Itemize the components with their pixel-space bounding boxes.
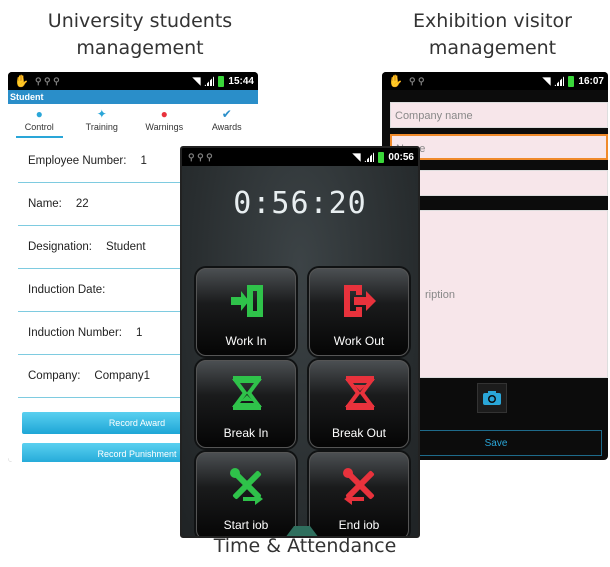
status-time: 00:56 [388, 151, 414, 163]
save-button[interactable]: Save [390, 430, 602, 456]
field-value[interactable]: Company1 [94, 370, 150, 382]
wifi-icon: ◥ [542, 75, 551, 87]
button-label: Break Out [331, 426, 387, 440]
tab-control[interactable]: ● Control [8, 104, 71, 140]
tab-warnings[interactable]: ● Warnings [133, 104, 196, 140]
signal-icon [204, 76, 215, 86]
status-bar: ⚲ ⚲ ⚲ ◥ 00:56 [182, 148, 418, 166]
company-name-input[interactable]: Company name [390, 102, 608, 128]
break-out-button[interactable]: Break Out [309, 360, 409, 448]
signal-icon [554, 76, 565, 86]
field-value[interactable]: 1 [136, 327, 142, 339]
button-label: Work In [225, 334, 267, 348]
field-label: Designation: [28, 241, 92, 253]
tools-icon [343, 468, 375, 505]
work-in-button[interactable]: Work In [196, 268, 296, 356]
camera-button[interactable] [477, 383, 507, 413]
usb-icon: ⚲ ⚲ ⚲ [188, 151, 213, 162]
usb-icon: ⚲ ⚲ [408, 75, 425, 86]
tab-label: Warnings [145, 122, 184, 132]
button-label: End iob [338, 518, 380, 532]
exit-icon [344, 285, 376, 317]
warning-icon: ● [160, 107, 168, 121]
enter-icon [231, 285, 263, 317]
tab-label: Awards [211, 122, 242, 132]
status-time: 16:07 [578, 75, 604, 87]
button-label: Work Out [333, 334, 385, 348]
app-icon: ✋ [388, 74, 403, 88]
usb-icon: ⚲ ⚲ ⚲ [34, 75, 60, 86]
tab-label: Control [24, 122, 54, 132]
tab-training[interactable]: ✦ Training [71, 104, 134, 140]
wifi-icon: ◥ [192, 75, 201, 87]
signal-icon [364, 152, 375, 162]
app-icon: ✋ [14, 74, 29, 88]
person-icon: ● [35, 107, 43, 121]
phone-time-attendance: ⚲ ⚲ ⚲ ◥ 00:56 0:56:20 Work In Work Out B… [180, 146, 420, 538]
status-bar: ✋ ⚲ ⚲ ⚲ ◥ 15:44 [8, 72, 258, 90]
check-icon: ✔ [221, 107, 232, 121]
app-title: Student [8, 90, 258, 104]
break-in-button[interactable]: Break In [196, 360, 296, 448]
tools-icon [230, 468, 263, 505]
field-value[interactable]: Student [106, 241, 146, 253]
field-value[interactable]: 1 [140, 155, 146, 167]
field-label: Company: [28, 370, 81, 382]
field-value[interactable]: 22 [76, 198, 89, 210]
name-input[interactable]: Name [390, 134, 608, 160]
description-input[interactable]: ription [390, 210, 608, 378]
field-label: Induction Date: [28, 284, 106, 296]
camera-icon [483, 391, 501, 405]
elapsed-timer: 0:56:20 [233, 186, 367, 221]
work-out-button[interactable]: Work Out [309, 268, 409, 356]
end-job-button[interactable]: End iob [309, 452, 409, 536]
start-job-button[interactable]: Start iob [196, 452, 296, 536]
battery-icon [378, 151, 385, 163]
battery-icon [568, 75, 575, 87]
caption-exhibition: Exhibition visitor management [413, 10, 572, 59]
tab-bar: ● Control ✦ Training ● Warnings ✔ Awards [8, 104, 258, 140]
button-label: Break In [223, 426, 269, 440]
hourglass-icon [345, 376, 375, 410]
status-time: 15:44 [228, 75, 254, 87]
button-label: Start iob [223, 518, 269, 532]
field-label: Employee Number: [28, 155, 127, 167]
text-input[interactable] [390, 170, 608, 196]
tab-label: Training [85, 122, 118, 132]
field-label: Induction Number: [28, 327, 122, 339]
tab-awards[interactable]: ✔ Awards [196, 104, 259, 140]
wifi-icon: ◥ [352, 151, 361, 163]
field-label: Name: [28, 198, 62, 210]
training-icon: ✦ [96, 107, 107, 121]
hourglass-icon [232, 376, 262, 410]
battery-icon [218, 75, 225, 87]
status-bar: ✋ ⚲ ⚲ ◥ 16:07 [382, 72, 608, 90]
caption-university: University students management [47, 10, 233, 59]
